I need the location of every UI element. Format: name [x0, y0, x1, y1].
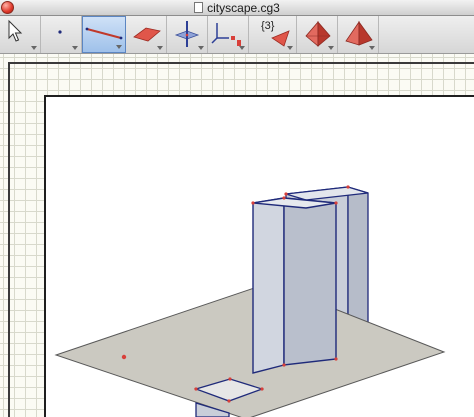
tool-pointer[interactable] — [0, 16, 41, 53]
tool-intersection[interactable] — [167, 16, 208, 53]
transform-tool-label: {3} — [261, 20, 275, 32]
title-bar: cityscape.cg3 — [0, 0, 474, 16]
vertex[interactable] — [334, 357, 338, 361]
tool-palette: {3} — [0, 16, 474, 54]
tool-polyhedron[interactable] — [297, 16, 338, 53]
tool-plane[interactable] — [126, 16, 167, 53]
vertex[interactable] — [227, 399, 231, 403]
drawing-canvas[interactable] — [0, 54, 474, 417]
tool-menu-arrow[interactable] — [157, 46, 163, 50]
tool-transform[interactable]: {3} — [249, 16, 297, 53]
vertex[interactable] — [121, 354, 127, 360]
vertex[interactable] — [282, 363, 286, 367]
window-title-text: cityscape.cg3 — [207, 1, 280, 15]
tool-menu-arrow[interactable] — [239, 46, 245, 50]
ground-plane[interactable] — [54, 282, 446, 417]
vertex[interactable] — [251, 201, 255, 205]
vertex[interactable] — [194, 387, 198, 391]
vertex[interactable] — [346, 185, 350, 189]
tool-menu-arrow[interactable] — [328, 46, 334, 50]
vertex[interactable] — [260, 387, 264, 391]
tool-axes[interactable] — [208, 16, 249, 53]
vertex[interactable] — [334, 201, 338, 205]
vertex[interactable] — [284, 192, 288, 196]
tool-pyramid[interactable] — [338, 16, 379, 53]
vertex[interactable] — [282, 196, 286, 200]
tool-menu-arrow[interactable] — [287, 46, 293, 50]
front-building-side[interactable] — [283, 197, 337, 366]
tool-menu-arrow[interactable] — [369, 46, 375, 50]
tool-menu-arrow[interactable] — [198, 46, 204, 50]
cityscape-scene[interactable] — [46, 97, 474, 417]
document-icon — [194, 2, 204, 13]
window-title: cityscape.cg3 — [0, 1, 474, 15]
vertex[interactable] — [228, 377, 232, 381]
tool-menu-arrow[interactable] — [72, 46, 78, 50]
3d-viewport[interactable] — [44, 95, 474, 417]
tool-point[interactable] — [41, 16, 82, 53]
tool-menu-arrow[interactable] — [31, 46, 37, 50]
tool-line[interactable] — [82, 16, 126, 53]
tool-menu-arrow[interactable] — [116, 45, 122, 49]
front-building-front[interactable] — [252, 197, 285, 374]
